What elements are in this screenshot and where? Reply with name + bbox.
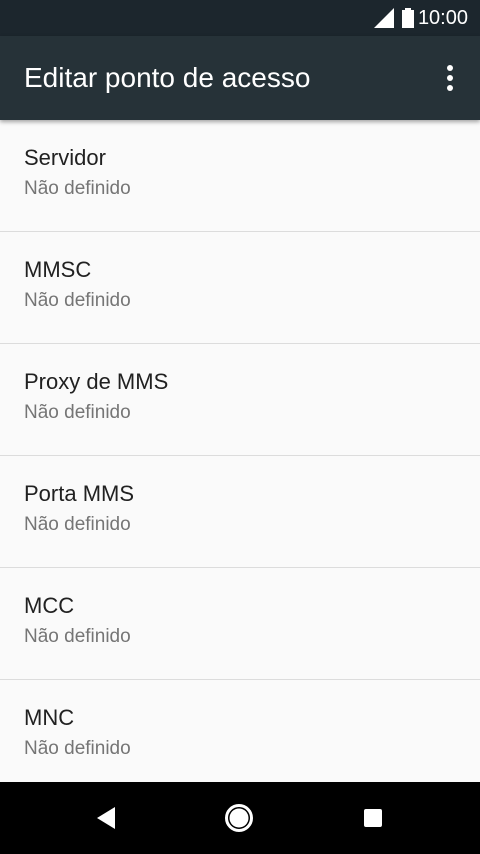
settings-list: Servidor Não definido MMSC Não definido … (0, 120, 480, 782)
list-item-mcc[interactable]: MCC Não definido (0, 568, 480, 680)
list-item-mmsc[interactable]: MMSC Não definido (0, 232, 480, 344)
app-bar: Editar ponto de acesso (0, 36, 480, 120)
navigation-bar (0, 782, 480, 854)
item-title: MCC (24, 593, 75, 618)
item-title: MMSC (24, 257, 92, 282)
home-button[interactable] (221, 800, 257, 836)
item-title: Porta MMS (24, 481, 135, 506)
item-summary: Não definido (24, 514, 131, 535)
item-summary: Não definido (24, 402, 131, 423)
home-icon (225, 804, 253, 832)
recents-icon (364, 809, 382, 827)
back-button[interactable] (89, 800, 125, 836)
item-title: MNC (24, 705, 75, 730)
list-item-porta-mms[interactable]: Porta MMS Não definido (0, 456, 480, 568)
list-item-mnc[interactable]: MNC Não definido (0, 680, 480, 782)
item-title: Servidor (24, 145, 106, 170)
more-vert-icon (447, 65, 453, 91)
item-summary: Não definido (24, 626, 131, 647)
item-summary: Não definido (24, 290, 131, 311)
recents-button[interactable] (355, 800, 391, 836)
page-title: Editar ponto de acesso (24, 62, 311, 93)
list-item-servidor[interactable]: Servidor Não definido (0, 120, 480, 232)
signal-icon (373, 8, 394, 28)
back-icon (97, 807, 115, 829)
item-summary: Não definido (24, 178, 131, 199)
status-bar: 10:00 (0, 0, 480, 36)
item-summary: Não definido (24, 738, 131, 759)
overflow-menu-button[interactable] (426, 54, 474, 102)
list-item-proxy-mms[interactable]: Proxy de MMS Não definido (0, 344, 480, 456)
item-title: Proxy de MMS (24, 369, 169, 394)
battery-icon (401, 8, 414, 28)
status-time: 10:00 (417, 6, 468, 29)
